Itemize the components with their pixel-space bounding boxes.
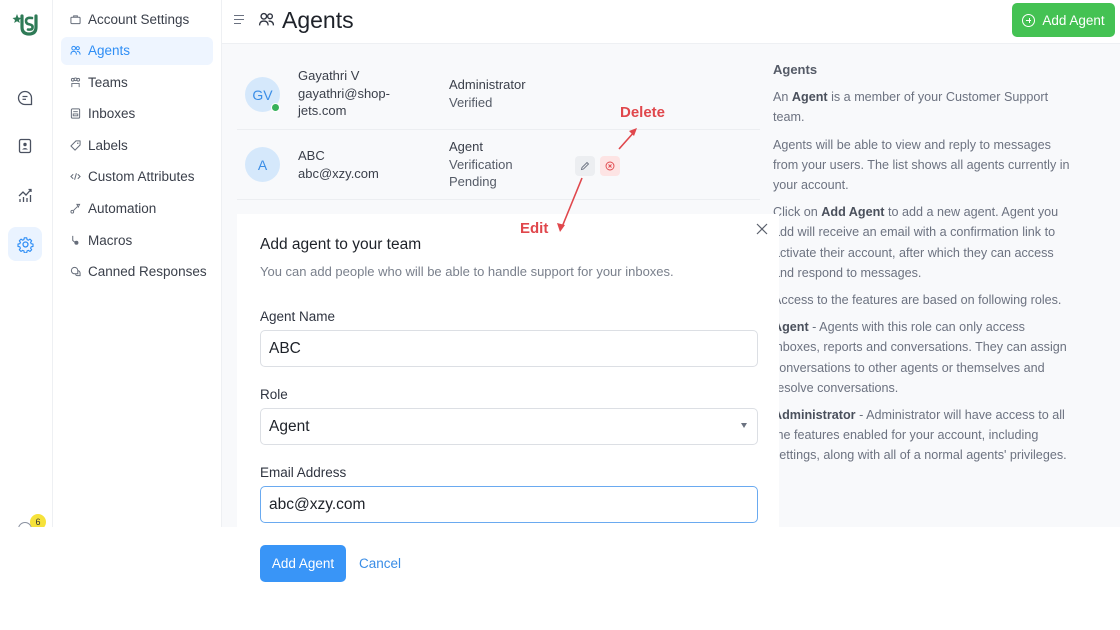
inbox-icon [69,108,81,120]
sidebar-item-label: Account Settings [88,11,190,27]
rail-settings[interactable] [8,227,42,261]
cancel-button[interactable]: Cancel [359,556,401,571]
sidebar-item-automation[interactable]: Automation [61,195,213,223]
edit-annotation: Edit [520,220,549,237]
help-text: An [773,90,792,105]
help-bold: Add Agent [821,205,885,220]
help-text: Click on [773,205,822,220]
sidebar-item-label: Custom Attributes [88,169,195,185]
modal-description: You can add people who will be able to h… [260,264,674,279]
sidebar-item-labels[interactable]: Labels [61,131,213,159]
agent-role-block: Administrator Verified [449,76,526,111]
email-label: Email Address [260,465,347,480]
rail-conversations[interactable] [8,81,42,115]
delete-annotation: Delete [620,104,666,121]
remove-circle-icon [605,161,615,171]
contacts-icon [18,138,32,154]
help-paragraph: Agents will be able to view and reply to… [773,137,1070,193]
menu-toggle-icon[interactable] [234,15,244,24]
pencil-icon [580,161,590,171]
team-icon [69,76,81,88]
caret-down-icon [741,423,747,428]
agent-name: Gayathri V [298,68,360,83]
plus-circle-icon [1022,13,1036,27]
role-select-value: Agent [269,417,310,435]
sidebar-item-custom-attributes[interactable]: Custom Attributes [61,163,213,191]
add-agent-submit-button[interactable]: Add Agent [260,545,346,582]
role-select[interactable]: Agent [260,408,758,445]
role-label: Role [260,387,288,402]
agent-role: Agent [449,139,483,154]
add-agent-modal: Add agent to your team You can add peopl… [237,214,779,527]
sidebar-item-label: Agents [88,43,131,59]
people-icon [69,45,81,57]
sidebar-item-label: Teams [88,74,128,90]
add-agent-header-button[interactable]: Add Agent [1012,3,1115,37]
app-window: 6 Account Settings Agents Teams Inboxes … [0,0,1120,527]
help-bold: Administrator [773,408,856,423]
agent-email: abc@xzy.com [298,165,379,181]
tag-icon [69,139,81,151]
chat-icon [17,90,33,106]
sidebar-item-account-settings[interactable]: Account Settings [61,5,213,33]
help-panel: Agents An Agent is a member of your Cust… [773,60,1073,473]
help-paragraph: An Agent is a member of your Customer Su… [773,87,1073,127]
icon-rail: 6 [0,0,53,527]
people-icon [258,12,275,26]
agent-status: Verified [449,94,493,110]
agent-name: ABC [298,148,325,163]
chat-bubbles-icon [69,266,81,278]
agent-role: Administrator [449,77,526,92]
sidebar-item-agents[interactable]: Agents [61,36,213,65]
notification-badge: 6 [30,514,46,527]
sidebar-item-inboxes[interactable]: Inboxes [61,100,213,128]
automation-icon [69,203,81,215]
online-status-indicator [271,103,280,112]
agent-identity: Gayathri V gayathri@shop- jets.com [298,67,390,120]
reports-icon [18,188,32,202]
briefcase-icon [69,13,81,25]
sidebar-item-macros[interactable]: Macros [61,226,213,254]
page-header: Agents Add Agent [222,0,1120,44]
agent-row: A ABC abc@xzy.com Agent Verification Pen… [237,130,760,200]
code-icon [69,171,81,183]
agent-status: Verification [449,156,513,172]
help-bold: Agent [791,90,828,105]
agent-name-input[interactable]: ABC [260,330,758,367]
delete-agent-button[interactable] [600,156,620,176]
help-paragraph: Click on Add Agent to add a new agent. A… [773,202,1073,283]
page-title: Agents [282,7,354,33]
rail-reports[interactable] [8,178,42,212]
add-agent-label: Add Agent [1042,12,1105,28]
modal-title: Add agent to your team [260,236,422,253]
edit-agent-button[interactable] [575,156,595,176]
sidebar-item-label: Labels [88,137,128,153]
sidebar-item-label: Automation [88,201,157,217]
settings-sidebar: Account Settings Agents Teams Inboxes La… [53,0,222,527]
brand-logo-icon[interactable] [11,9,41,39]
help-title: Agents [773,62,818,77]
avatar: A [245,147,280,182]
agent-status-cont: Pending [449,174,497,189]
sidebar-item-label: Macros [88,232,133,248]
sidebar-item-label: Inboxes [88,106,136,122]
rail-contacts[interactable] [8,129,42,163]
agent-email: gayathri@shop- [298,85,390,101]
help-paragraph: Access to the features are based on foll… [773,293,1062,308]
agent-row: GV Gayathri V gayathri@shop- jets.com Ad… [237,60,760,130]
agent-role-block: Agent Verification Pending [449,138,513,191]
help-text: - Agents with this role can only access … [773,320,1067,395]
close-icon[interactable] [755,222,769,236]
help-paragraph: Administrator - Administrator will have … [773,405,1073,466]
sidebar-item-teams[interactable]: Teams [61,68,213,96]
sidebar-item-canned-responses[interactable]: Canned Responses [61,258,213,286]
help-paragraph: Agent - Agents with this role can only a… [773,317,1073,398]
macros-icon [69,234,81,246]
sidebar-item-label: Canned Responses [88,264,207,280]
settings-icon [16,236,34,253]
email-input[interactable]: abc@xzy.com [260,486,758,523]
agent-name-label: Agent Name [260,309,336,324]
agent-email-cont: jets.com [298,103,347,118]
agent-identity: ABC abc@xzy.com [298,147,379,182]
